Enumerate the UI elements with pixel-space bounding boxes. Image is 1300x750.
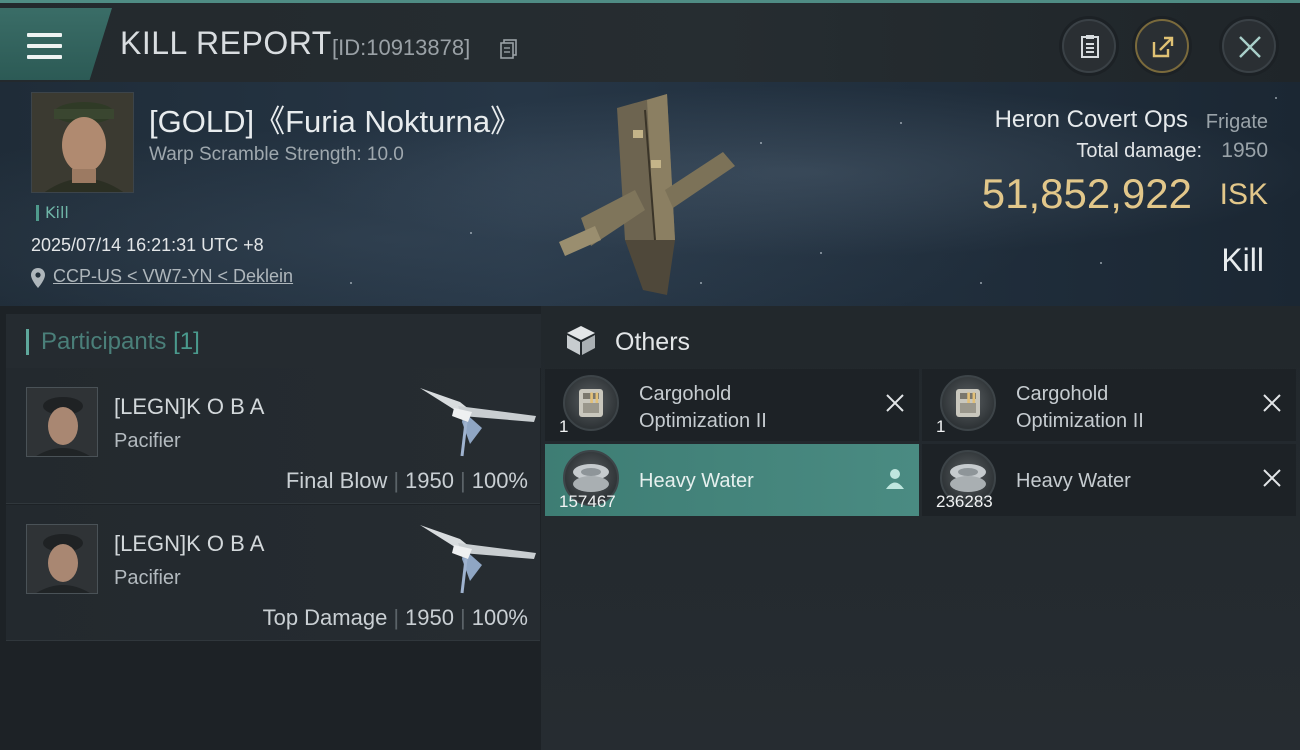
participant-ship: Pacifier: [114, 567, 181, 589]
meta-level-badge: II: [966, 391, 977, 407]
item-quantity: 157467: [559, 492, 616, 511]
kill-result: Kill: [1221, 242, 1264, 278]
participant-avatar[interactable]: [26, 387, 98, 457]
kill-datetime: 2025/07/14 16:21:31 UTC +8: [31, 235, 264, 255]
kill-summary-banner: [GOLD]《Furia Nokturna》 Warp Scramble Str…: [0, 82, 1300, 306]
participant-percent: 100%: [471, 605, 528, 630]
item-name: Heavy Water: [1016, 470, 1131, 492]
item-quantity: 1: [936, 417, 946, 436]
participants-label: Participants: [41, 328, 167, 355]
x-mark-icon: [1263, 469, 1281, 487]
x-mark-icon: [886, 394, 904, 412]
participant-percent: 100%: [471, 468, 528, 493]
menu-button[interactable]: [0, 8, 112, 80]
participant-role: Top Damage: [262, 605, 388, 630]
participant-row[interactable]: [LEGN]K O B A Pacifier Final Blow | 1950 | 1…: [6, 368, 540, 504]
participant-ship: Pacifier: [114, 430, 181, 452]
person-icon: [886, 469, 904, 489]
participant-damage: 1950: [405, 605, 454, 630]
kill-report-header: KILL REPORT [ID:10913878]: [0, 0, 1300, 82]
participant-avatar[interactable]: [26, 524, 98, 594]
total-damage-value: 1950: [1221, 139, 1268, 162]
item-row[interactable]: 157467 Heavy Water: [545, 444, 919, 516]
others-header: Others: [545, 314, 1300, 368]
participant-stats: Final Blow | 1950 | 100%: [285, 468, 528, 493]
item-quantity: 1: [559, 417, 569, 436]
cube-box-icon: [567, 326, 595, 355]
isk-value: 51,852,922: [981, 170, 1192, 217]
victim-avatar: [32, 93, 133, 192]
hamburger-menu-icon[interactable]: [27, 33, 62, 60]
victim-name[interactable]: [GOLD]《Furia Nokturna》: [149, 96, 521, 141]
kill-location[interactable]: CCP-US < VW7-YN < Deklein: [31, 266, 293, 288]
kill-tag: Kill: [36, 205, 69, 221]
participant-name[interactable]: [LEGN]K O B A: [114, 394, 264, 420]
clipboard-icon: [1081, 35, 1099, 58]
location-pin-icon: [31, 268, 45, 288]
item-quantity: 236283: [936, 492, 993, 511]
participants-title: Participants [1]: [26, 329, 200, 355]
item-name: Heavy Water: [639, 470, 754, 492]
participants-count: [1]: [173, 328, 200, 355]
participants-header: Participants [1]: [6, 314, 541, 368]
close-button[interactable]: [1222, 19, 1276, 73]
participant-ship-image[interactable]: [418, 382, 538, 462]
participant-ship-image[interactable]: [418, 519, 538, 599]
victim-ship-class: Frigate: [1205, 111, 1268, 133]
participant-damage: 1950: [405, 468, 454, 493]
item-name: Cargohold Optimization II: [1016, 383, 1144, 432]
victim-portrait[interactable]: [31, 92, 134, 193]
others-panel: Others II 1 Cargohold Optimization II II: [541, 306, 1300, 750]
share-icon: [1152, 36, 1174, 58]
participant-role: Final Blow: [285, 468, 388, 493]
item-row[interactable]: 236283 Heavy Water: [922, 444, 1296, 516]
x-mark-icon: [1263, 394, 1281, 412]
copy-icon[interactable]: [500, 39, 518, 59]
victim-ship-type[interactable]: Heron Covert Ops: [995, 106, 1188, 134]
share-button[interactable]: [1135, 19, 1189, 73]
participant-stats: Top Damage | 1950 | 100%: [262, 605, 528, 630]
participant-name[interactable]: [LEGN]K O B A: [114, 531, 264, 557]
total-damage-label: Total damage:: [1076, 140, 1202, 162]
isk-unit: ISK: [1219, 178, 1268, 211]
participants-panel: Participants [1] [LEGN]K O B A Pacifier …: [0, 306, 541, 750]
participant-portrait: [27, 388, 97, 456]
meta-level-badge: II: [589, 391, 600, 407]
warp-scramble-strength: Warp Scramble Strength: 10.0: [149, 144, 404, 165]
item-name: Cargohold Optimization II: [639, 383, 767, 432]
location-link[interactable]: CCP-US < VW7-YN < Deklein: [53, 266, 293, 286]
others-title: Others: [615, 328, 691, 356]
close-icon: [1239, 36, 1261, 58]
participant-portrait: [27, 525, 97, 593]
page-title: KILL REPORT: [120, 25, 332, 61]
item-row[interactable]: II 1 Cargohold Optimization II: [922, 369, 1296, 441]
report-id: [ID:10913878]: [332, 35, 471, 60]
victim-ship-image[interactable]: [555, 90, 745, 300]
clipboard-button[interactable]: [1062, 19, 1116, 73]
participant-row[interactable]: [LEGN]K O B A Pacifier Top Damage | 1950 | 1…: [6, 505, 540, 641]
item-row[interactable]: II 1 Cargohold Optimization II: [545, 369, 919, 441]
